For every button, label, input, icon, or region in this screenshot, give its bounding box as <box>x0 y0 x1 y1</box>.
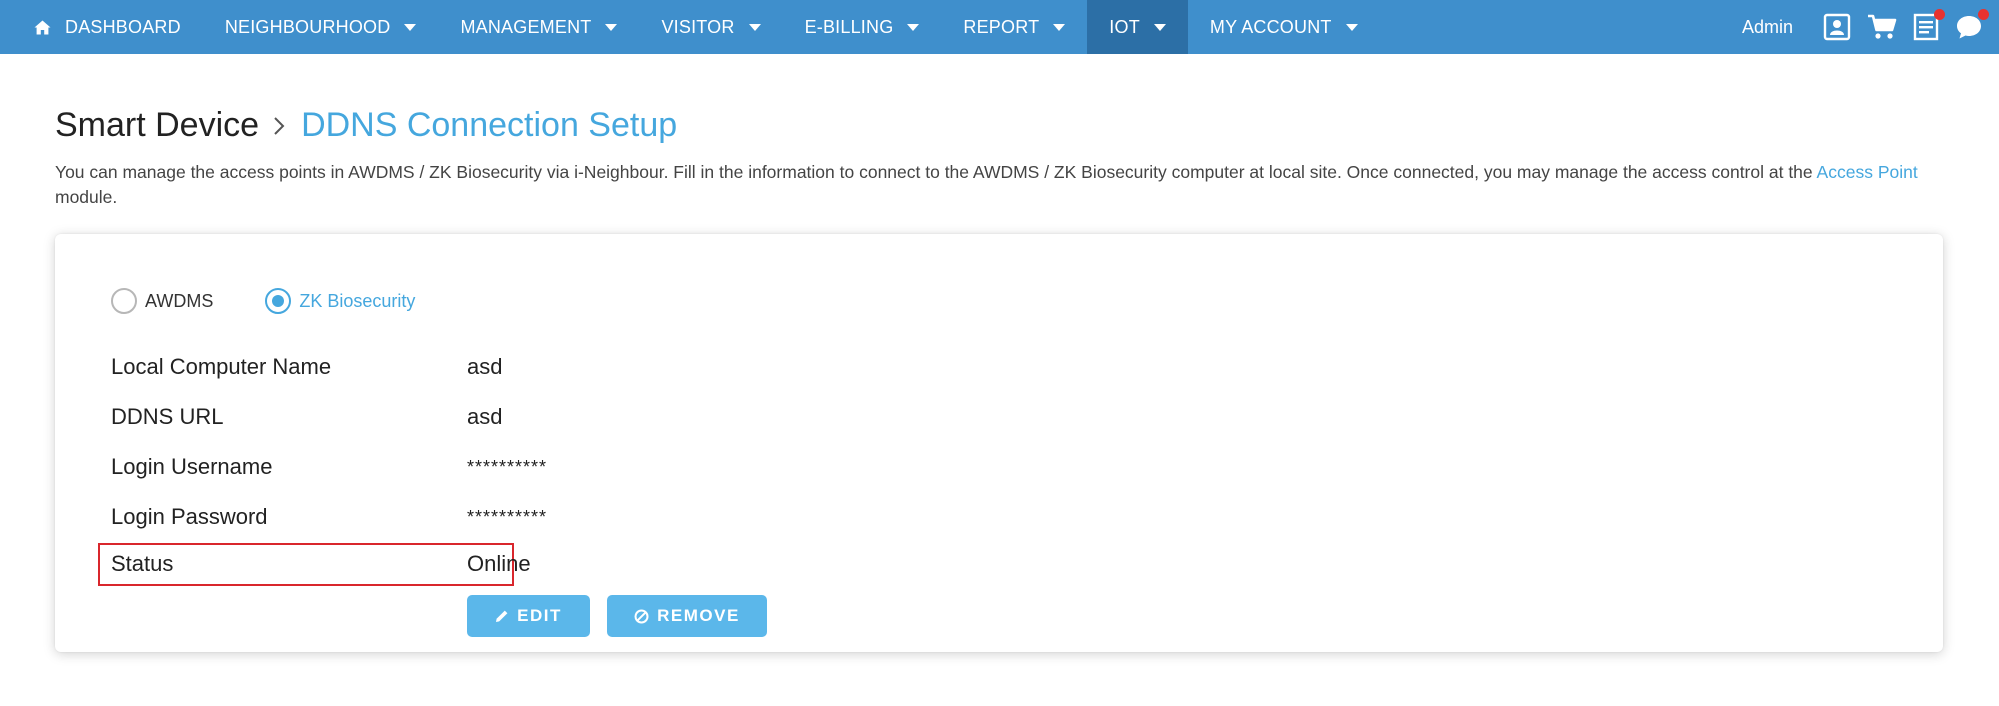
nav-item-label: VISITOR <box>661 16 735 37</box>
remove-button-label: REMOVE <box>657 606 740 625</box>
field-login-username: Login Username ********** <box>111 452 547 482</box>
pencil-icon <box>495 609 509 623</box>
breadcrumb-smart-device[interactable]: Smart Device <box>55 106 259 145</box>
admin-username[interactable]: Admin <box>1742 17 1793 38</box>
radio-awdms[interactable]: AWDMS <box>111 288 213 314</box>
nav-item-label: MY ACCOUNT <box>1209 16 1332 37</box>
caret-down-icon <box>404 23 417 31</box>
description-text-end: module. <box>55 187 118 207</box>
caret-down-icon <box>605 23 618 31</box>
nav-menu: DASHBOARD NEIGHBOURHOOD MANAGEMENT VISIT… <box>0 0 1380 54</box>
page-description: You can manage the access points in AWDM… <box>55 160 1955 210</box>
chevron-right-icon <box>273 115 285 137</box>
remove-button[interactable]: REMOVE <box>607 595 767 637</box>
nav-item-label: IOT <box>1109 16 1140 37</box>
system-type-radio-group: AWDMS ZK Biosecurity <box>111 288 467 314</box>
nav-user-area: Admin <box>1742 0 1989 54</box>
top-navigation-bar: DASHBOARD NEIGHBOURHOOD MANAGEMENT VISIT… <box>0 0 1999 54</box>
field-label: Status <box>111 551 174 576</box>
breadcrumb-current: DDNS Connection Setup <box>301 106 678 144</box>
field-value: asd <box>467 354 503 379</box>
field-label: Login Password <box>111 504 268 529</box>
field-status: Status Online <box>111 549 531 579</box>
document-icon[interactable] <box>1913 9 1945 41</box>
description-text: You can manage the access points in AWDM… <box>55 162 1817 182</box>
nav-item-neighbourhood[interactable]: NEIGHBOURHOOD <box>203 0 439 54</box>
caret-down-icon <box>1345 23 1358 31</box>
radio-zk-biosecurity[interactable]: ZK Biosecurity <box>265 288 415 314</box>
field-ddns-url: DDNS URL asd <box>111 402 502 432</box>
field-local-computer-name: Local Computer Name asd <box>111 352 502 382</box>
field-label: DDNS URL <box>111 404 224 429</box>
field-label: Local Computer Name <box>111 354 332 379</box>
radio-label: AWDMS <box>145 290 214 311</box>
caret-down-icon <box>1153 23 1166 31</box>
caret-down-icon <box>748 23 761 31</box>
nav-item-dashboard[interactable]: DASHBOARD <box>0 0 203 54</box>
nav-item-label: E-BILLING <box>804 16 894 37</box>
nav-item-e-billing[interactable]: E-BILLING <box>783 0 942 54</box>
nav-item-iot[interactable]: IOT <box>1087 0 1188 54</box>
edit-button-label: EDIT <box>517 606 562 625</box>
chat-bubble-icon[interactable] <box>1955 9 1989 41</box>
radio-button-unchecked[interactable] <box>111 288 137 314</box>
home-icon <box>34 20 51 35</box>
caret-down-icon <box>1053 23 1066 31</box>
contact-card-icon[interactable] <box>1823 13 1851 41</box>
notification-dot <box>1934 9 1945 20</box>
nav-item-report[interactable]: REPORT <box>941 0 1087 54</box>
page-title: Smart Device DDNS Connection Setup <box>55 106 677 145</box>
nav-item-my-account[interactable]: MY ACCOUNT <box>1188 0 1380 54</box>
nav-item-label: REPORT <box>963 16 1040 37</box>
nav-item-label: DASHBOARD <box>65 16 181 37</box>
radio-button-checked[interactable] <box>265 288 292 314</box>
nav-item-management[interactable]: MANAGEMENT <box>438 0 639 54</box>
field-value-masked: ********** <box>467 456 548 477</box>
edit-button[interactable]: EDIT <box>467 595 590 637</box>
field-value-masked: ********** <box>467 506 548 527</box>
radio-label: ZK Biosecurity <box>299 290 416 311</box>
ddns-settings-card: AWDMS ZK Biosecurity Local Computer Name… <box>55 234 1943 652</box>
nav-item-label: NEIGHBOURHOOD <box>224 16 391 37</box>
access-point-link[interactable]: Access Point <box>1817 162 1918 182</box>
caret-down-icon <box>907 23 920 31</box>
cart-icon[interactable] <box>1867 13 1897 41</box>
field-label: Login Username <box>111 454 273 479</box>
field-value: asd <box>467 404 503 429</box>
nav-item-visitor[interactable]: VISITOR <box>639 0 782 54</box>
field-login-password: Login Password ********** <box>111 502 547 532</box>
status-value: Online <box>467 551 531 576</box>
notification-dot <box>1978 9 1989 20</box>
ban-icon <box>634 609 649 624</box>
nav-item-label: MANAGEMENT <box>460 16 592 37</box>
